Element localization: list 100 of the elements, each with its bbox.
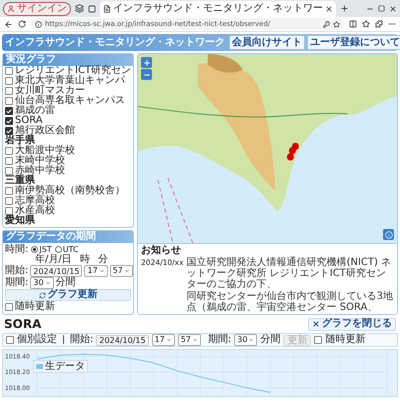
info-icon: [384, 230, 392, 238]
page-icon: [103, 5, 111, 13]
info-button[interactable]: [383, 229, 394, 240]
station-checkbox[interactable]: [5, 107, 13, 115]
auto-update-checkbox[interactable]: [5, 302, 13, 310]
minute-select[interactable]: 57: [110, 265, 133, 277]
key-icon[interactable]: [323, 20, 330, 28]
tab-title: インフラサウンド・モニタリング・ネットワー: [113, 4, 323, 14]
caret-icon: [192, 337, 198, 343]
station-checkbox[interactable]: [5, 207, 13, 215]
separator: |: [61, 336, 66, 344]
group-heading: 三重県: [5, 176, 35, 186]
notice-text: 国立研究開発法人情報通信研究機構(NICT) ネットワーク研究所 レジリエントICT研究センターのご協力の下、: [186, 257, 392, 290]
station-marker[interactable]: [288, 146, 296, 154]
legend-label: 生データ: [45, 361, 85, 372]
station-label: 鵜成の雷: [15, 106, 55, 116]
station-label: 女川町マスカー: [15, 86, 85, 96]
station-checkbox[interactable]: [5, 187, 13, 195]
station-checkbox[interactable]: [5, 147, 13, 155]
time-label: 時間:: [5, 244, 28, 254]
hour-select[interactable]: 17: [84, 265, 108, 277]
station-label: 赤崎中学校: [15, 166, 65, 176]
individual-label: 個別設定: [17, 335, 57, 345]
station-checkbox[interactable]: [5, 67, 13, 75]
notice-title: お知らせ: [141, 245, 182, 257]
favorite-icon[interactable]: [333, 20, 340, 28]
timezone-label: UTC: [62, 246, 79, 254]
column-header: 分: [98, 255, 108, 265]
caret-icon: [98, 268, 105, 274]
zoom-in-button[interactable]: [141, 57, 152, 68]
timezone-radio[interactable]: [54, 246, 62, 253]
header-link-button[interactable]: 会員向けサイト: [229, 35, 305, 50]
minute-select[interactable]: 57: [178, 334, 201, 346]
duration-select[interactable]: 30: [30, 277, 54, 289]
person-icon: [7, 4, 15, 12]
browser-tab[interactable]: インフラサウンド・モニタリング・ネットワー: [100, 1, 336, 17]
hour-select[interactable]: 17: [152, 334, 175, 346]
station-checkbox[interactable]: [5, 167, 13, 175]
maximize-icon[interactable]: [378, 5, 385, 12]
reload-icon[interactable]: [18, 20, 26, 28]
new-tab-icon[interactable]: [340, 4, 349, 13]
station-checkbox[interactable]: [5, 97, 13, 105]
graph-title: SORA: [4, 318, 42, 330]
duration-unit: 分間: [260, 335, 280, 345]
station-label: レジリエントICT研究セン: [15, 66, 132, 76]
caret-icon: [248, 337, 254, 343]
close-icon[interactable]: [325, 5, 333, 13]
notice-text: 同研究センターが仙台市内で観測している3地点（鵜成の雷、宇宙空港センター SORA、: [186, 291, 394, 313]
group-heading: 愛知県: [5, 216, 36, 226]
timezone-radio[interactable]: [31, 246, 38, 253]
split-view-icon[interactable]: [349, 20, 357, 28]
auto-update-checkbox[interactable]: [314, 336, 322, 344]
panel-title: グラフデータの期間: [3, 231, 133, 243]
station-label: 水産高校: [15, 206, 55, 216]
station-checkbox[interactable]: [5, 117, 13, 125]
station-label: 志摩高校: [15, 196, 55, 206]
station-checkbox[interactable]: [5, 87, 13, 95]
close-icon: [312, 320, 320, 328]
duration-select[interactable]: 30: [234, 334, 258, 346]
station-checkbox[interactable]: [5, 197, 13, 205]
column-header: 年/月/日: [35, 255, 72, 265]
plus-icon: [142, 58, 150, 66]
panel-title: 実況グラフ: [3, 54, 133, 66]
site-title: インフラサウンド・モニタリング・ネットワーク: [5, 38, 225, 48]
favorites-icon[interactable]: [362, 20, 370, 28]
site-info-icon[interactable]: [35, 20, 42, 28]
profile-button[interactable]: サインイン: [3, 2, 71, 16]
close-graph-button[interactable]: グラフを閉じる: [308, 318, 396, 330]
start-label: 開始:: [5, 266, 28, 276]
close-icon[interactable]: [389, 4, 397, 12]
individual-checkbox[interactable]: [6, 336, 14, 344]
caret-icon: [44, 280, 51, 286]
station-checkbox[interactable]: [5, 157, 13, 165]
station-checkbox[interactable]: [5, 77, 13, 85]
station-label: 末崎中学校: [15, 156, 65, 166]
zoom-out-button[interactable]: [141, 69, 152, 80]
back-icon[interactable]: [4, 20, 13, 28]
station-label: 仙台高専名取キャンパス: [15, 96, 125, 106]
station-label: 南伊勢高校（南勢校舎）: [15, 186, 125, 196]
extensions-icon[interactable]: [375, 20, 383, 28]
tab-actions-icon[interactable]: [88, 4, 96, 12]
update-graph-button[interactable]: グラフ更新: [5, 289, 131, 301]
caret-icon: [124, 268, 130, 274]
refresh-icon: [38, 292, 46, 298]
duration-unit: 分間: [56, 278, 76, 288]
column-header: 時: [80, 255, 90, 265]
header-link-button[interactable]: ユーザ登録について: [307, 35, 400, 50]
group-heading: 岩手県: [5, 136, 35, 146]
date-field[interactable]: 2024/10/15: [30, 265, 82, 277]
workspaces-icon[interactable]: [75, 4, 84, 13]
duration-label: 期間:: [5, 278, 28, 288]
date-field[interactable]: 2024/10/15: [96, 334, 149, 346]
station-checkbox[interactable]: [5, 127, 13, 135]
station-label: 大船渡中学校: [15, 146, 75, 156]
station-label: SORA: [15, 116, 43, 126]
start-label: 開始:: [70, 335, 94, 345]
station-marker[interactable]: [286, 153, 294, 161]
station-label: 旭行政区会館: [15, 126, 75, 136]
auto-update-label: 随時更新: [325, 335, 366, 345]
timezone-label: JST: [39, 246, 52, 254]
